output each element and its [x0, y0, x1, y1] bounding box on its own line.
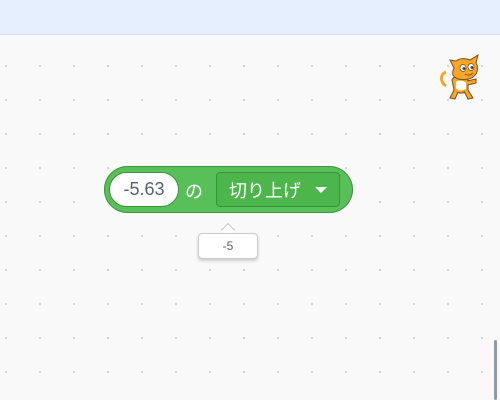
- scratch-cat-icon[interactable]: [438, 52, 486, 104]
- operator-dropdown[interactable]: 切り上げ: [216, 172, 340, 207]
- top-bar: [0, 0, 500, 35]
- report-value: -5: [222, 239, 234, 253]
- number-input[interactable]: -5.63: [109, 172, 179, 207]
- round-operator-block[interactable]: -5.63 の 切り上げ: [104, 166, 353, 213]
- number-input-value: -5.63: [123, 179, 165, 199]
- operator-dropdown-label: 切り上げ: [229, 180, 301, 201]
- caret-down-icon: [315, 187, 327, 193]
- code-workspace[interactable]: [0, 35, 500, 400]
- report-bubble: -5: [198, 233, 258, 259]
- vertical-scrollbar[interactable]: [494, 340, 497, 400]
- of-label: の: [185, 182, 203, 202]
